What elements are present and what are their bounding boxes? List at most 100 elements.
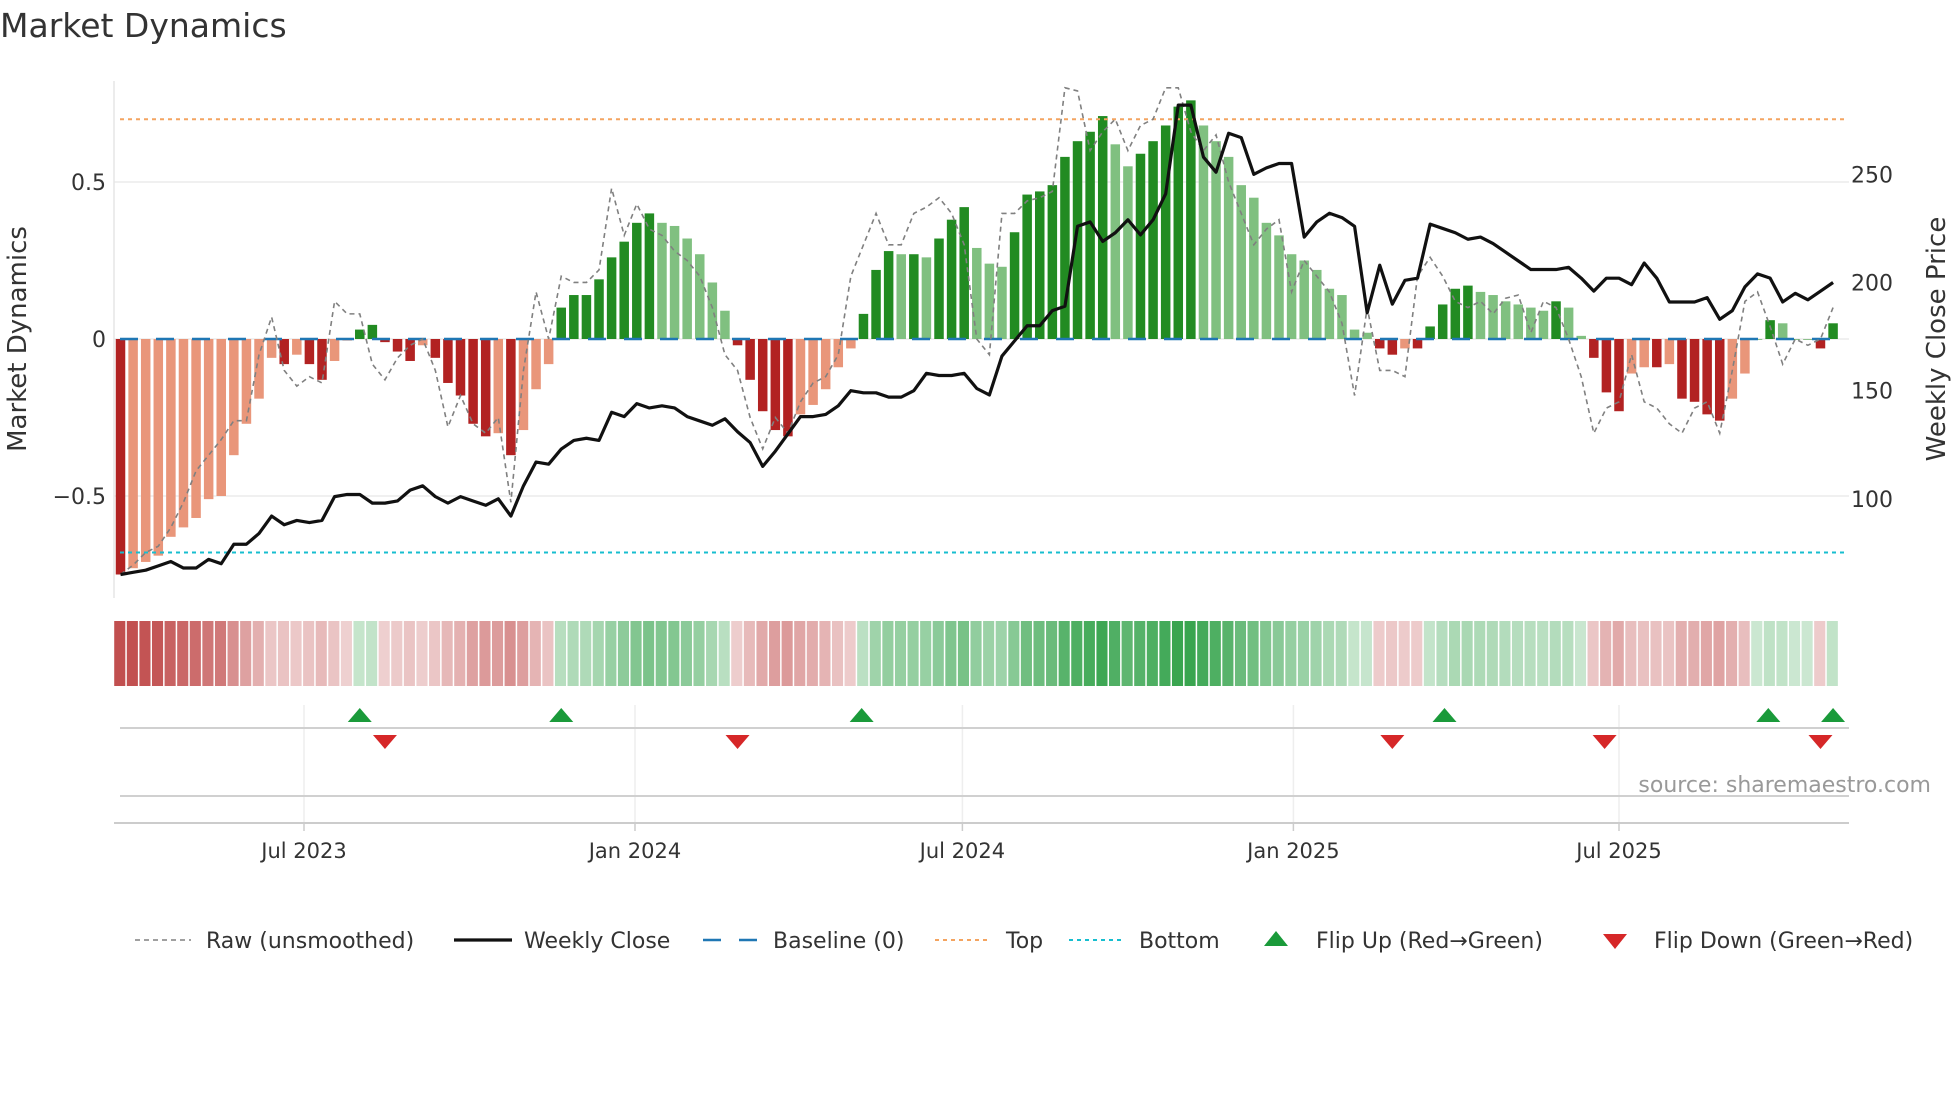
flip-up-marker <box>1821 708 1846 722</box>
regime-cell <box>1600 621 1612 686</box>
flip-up-marker <box>549 708 574 722</box>
regime-cell <box>743 621 755 686</box>
regime-cell <box>1335 621 1347 686</box>
regime-cell <box>1549 621 1561 686</box>
regime-cell <box>227 621 239 686</box>
dynamics-bar <box>1173 106 1184 339</box>
dynamics-bar <box>1274 235 1284 339</box>
flip-down-marker <box>1592 735 1617 749</box>
regime-cell <box>303 621 315 686</box>
regime-cell <box>504 621 516 686</box>
regime-cell <box>1033 621 1045 686</box>
regime-cell <box>1096 621 1108 686</box>
dynamics-bar <box>946 219 957 339</box>
regime-cell <box>1499 621 1511 686</box>
regime-cell <box>1587 621 1599 686</box>
dynamics-bar <box>1085 131 1095 339</box>
dynamics-bar <box>1022 194 1032 339</box>
regime-cell <box>1146 621 1158 686</box>
regime-cell <box>1121 621 1133 686</box>
dynamics-bar <box>556 307 566 339</box>
regime-cell <box>366 621 378 686</box>
regime-cell <box>139 621 151 686</box>
dynamics-bar <box>1035 191 1045 339</box>
dynamics-bar <box>745 339 755 380</box>
regime-cell <box>479 621 491 686</box>
legend-item-close: Weekly Close <box>454 929 670 954</box>
regime-cell <box>1486 621 1498 686</box>
regime-cell <box>592 621 604 686</box>
regime-cell <box>630 621 642 686</box>
dynamics-bar <box>1538 310 1549 339</box>
x-tick-label: Jan 2025 <box>1245 839 1340 863</box>
regime-cell <box>1637 621 1649 686</box>
dynamics-bar <box>543 339 554 365</box>
dynamics-bar <box>1601 339 1612 393</box>
regime-cell <box>1247 621 1259 686</box>
regime-strip <box>114 621 1838 686</box>
dynamics-bar <box>531 339 541 390</box>
regime-cell <box>1260 621 1272 686</box>
regime-cell <box>1234 621 1247 686</box>
dynamics-bar <box>682 238 692 339</box>
dynamics-bar <box>392 339 403 352</box>
dynamics-bar <box>594 279 604 339</box>
regime-cell <box>1675 621 1687 686</box>
regime-cell <box>1222 621 1234 686</box>
legend-item-baseline: Baseline (0) <box>703 929 904 954</box>
dynamics-bar <box>292 339 302 355</box>
regime-cell <box>1008 621 1020 686</box>
dynamics-bar <box>254 339 264 399</box>
regime-cell <box>680 621 692 686</box>
regime-cell <box>1423 621 1435 686</box>
y-right-tick-label: 200 <box>1851 272 1893 297</box>
regime-cell <box>1386 621 1398 686</box>
regime-cell <box>1688 621 1700 686</box>
y-right-tick-label: 100 <box>1851 488 1893 513</box>
dynamics-bar <box>1249 197 1259 339</box>
legend-label: Weekly Close <box>524 929 670 954</box>
legend-item-bottom: Bottom <box>1069 929 1220 954</box>
x-tick-label: Jul 2024 <box>918 839 1005 863</box>
dynamics-bar <box>757 339 768 412</box>
regime-cell <box>1524 621 1536 686</box>
dynamics-bar <box>1714 339 1725 421</box>
dynamics-bar <box>1614 339 1624 412</box>
dynamics-bar <box>707 282 718 339</box>
dynamics-bar <box>896 254 906 339</box>
dynamics-bar <box>1135 153 1146 339</box>
dynamics-bar <box>669 225 680 339</box>
regime-cell <box>718 621 730 686</box>
dynamics-bar <box>480 339 491 437</box>
dynamics-bar <box>1664 339 1675 365</box>
regime-cell <box>517 621 529 686</box>
dynamics-bar <box>191 339 201 518</box>
dynamics-bar <box>720 310 730 339</box>
dynamics-bar <box>581 295 592 339</box>
dynamics-bar <box>1299 260 1309 339</box>
legend-label: Flip Down (Green→Red) <box>1654 929 1913 954</box>
y-axis-title: Market Dynamics <box>3 226 33 452</box>
regime-cell <box>1763 621 1775 686</box>
regime-cell <box>1197 621 1209 686</box>
regime-cell <box>403 621 415 686</box>
regime-cell <box>164 621 176 686</box>
regime-cell <box>1826 621 1838 686</box>
regime-cell <box>1411 621 1423 686</box>
regime-cell <box>391 621 403 686</box>
dynamics-bar <box>115 339 126 575</box>
regime-cell <box>756 621 768 686</box>
dynamics-bar <box>430 339 441 358</box>
dynamics-bar <box>1589 339 1599 358</box>
regime-cell <box>1083 621 1095 686</box>
dynamics-bar <box>1123 166 1133 339</box>
dynamics-bar <box>909 254 919 339</box>
regime-cell <box>1663 621 1675 686</box>
regime-cell <box>706 621 718 686</box>
regime-cell <box>806 621 818 686</box>
regime-cell <box>1134 621 1146 686</box>
legend-swatch <box>1603 934 1627 949</box>
legend-label: Flip Up (Red→Green) <box>1316 929 1543 954</box>
source-label: source: sharemaestro.com <box>1638 773 1931 798</box>
regime-cell <box>378 621 390 686</box>
